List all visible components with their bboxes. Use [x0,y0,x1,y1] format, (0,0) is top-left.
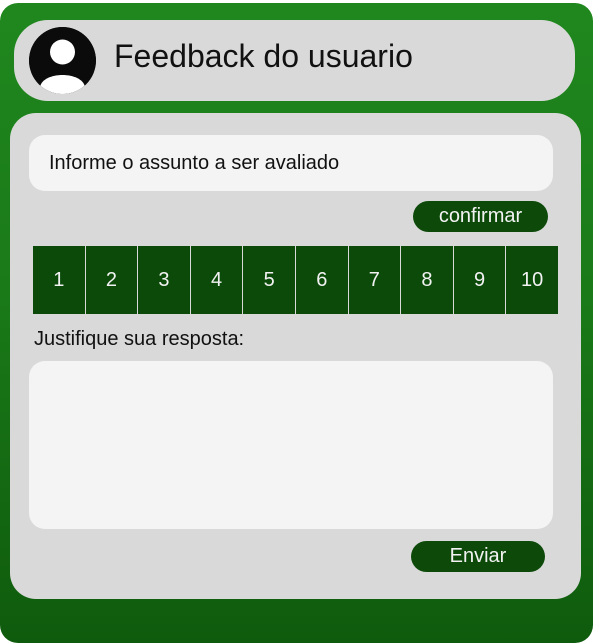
rating-option-5[interactable]: 5 [242,246,295,314]
rating-option-1[interactable]: 1 [33,246,85,314]
subject-input[interactable]: Informe o assunto a ser avaliado [29,135,553,191]
send-button[interactable]: Enviar [411,541,545,572]
feedback-form-panel: Informe o assunto a ser avaliado confirm… [10,113,581,599]
rating-option-10[interactable]: 10 [505,246,558,314]
header-bar: Feedback do usuario [14,20,575,101]
confirm-button[interactable]: confirmar [413,201,548,232]
rating-option-6[interactable]: 6 [294,246,348,314]
user-avatar-icon [29,27,96,94]
rating-option-8[interactable]: 8 [400,246,453,314]
page-title: Feedback do usuario [114,38,413,74]
justify-label: Justifique sua resposta: [34,328,245,350]
rating-option-2[interactable]: 2 [84,246,138,314]
rating-option-9[interactable]: 9 [452,246,506,314]
feedback-card: Feedback do usuario Informe o assunto a … [0,3,593,643]
rating-option-4[interactable]: 4 [189,246,243,314]
rating-scale: 1 2 3 4 5 6 7 8 9 10 [33,246,558,314]
rating-option-7[interactable]: 7 [347,246,401,314]
justification-textarea[interactable] [29,361,553,529]
rating-option-3[interactable]: 3 [137,246,190,314]
